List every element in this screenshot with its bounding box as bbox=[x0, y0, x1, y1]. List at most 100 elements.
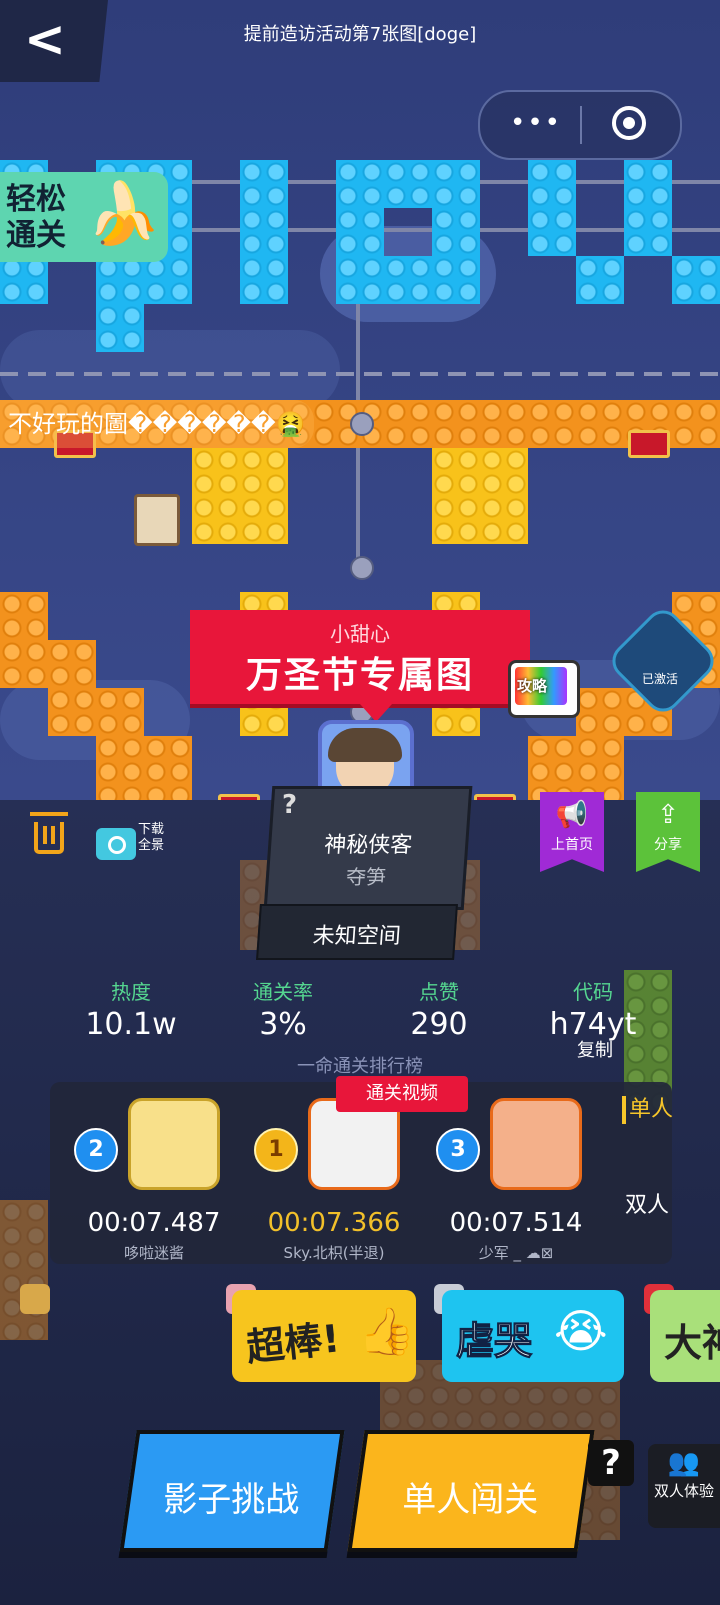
orange-block bbox=[48, 688, 144, 736]
blue-block bbox=[624, 160, 672, 256]
creator-space-label: 未知空间 bbox=[311, 924, 402, 949]
cloud bbox=[0, 330, 340, 410]
activated-label: 已激活 bbox=[641, 672, 678, 686]
rail bbox=[0, 372, 720, 376]
comment-sticker[interactable]: 虐哭 😭 bbox=[442, 1290, 624, 1382]
blue-block bbox=[336, 160, 480, 208]
bolt bbox=[350, 556, 374, 580]
leaderboard-entry[interactable]: 2 00:07.487 哆啦迷酱 bbox=[74, 1098, 234, 1262]
orange-block bbox=[96, 736, 192, 800]
blue-block bbox=[336, 208, 384, 304]
mini-program-capsule: ••• bbox=[478, 90, 682, 160]
rank-badge: 2 bbox=[74, 1128, 118, 1172]
stat-label: 通关率 bbox=[253, 980, 313, 1004]
tnt-crate bbox=[628, 430, 670, 458]
comment-sticker[interactable]: 超棒! 👍 bbox=[232, 1290, 416, 1382]
comment-sticker[interactable]: 大神 bbox=[650, 1290, 720, 1382]
download-panorama-label[interactable]: 下载全景 bbox=[138, 822, 168, 854]
orange-block bbox=[528, 736, 624, 800]
easy-clear-label: 轻松通关 bbox=[6, 182, 66, 253]
commenter-avatar bbox=[20, 1284, 50, 1314]
question-icon: ? bbox=[282, 790, 298, 820]
homepage-button[interactable]: 📢 上首页 bbox=[540, 792, 604, 872]
stat-value: 3% bbox=[259, 1007, 307, 1042]
megaphone-icon: 📢 bbox=[555, 800, 589, 830]
player-avatar bbox=[128, 1098, 220, 1190]
sticker-text: 大神 bbox=[664, 1321, 720, 1365]
signboard bbox=[134, 494, 180, 546]
clear-time: 00:07.366 bbox=[267, 1208, 401, 1238]
blue-block bbox=[384, 256, 432, 304]
orange-block bbox=[48, 640, 96, 688]
clear-video-button[interactable]: 通关视频 bbox=[336, 1076, 468, 1112]
comment-text: 提前造访活动第7张图[doge] bbox=[243, 24, 477, 45]
blue-block bbox=[528, 160, 576, 256]
leaderboard-title: 一命通关排行榜 bbox=[297, 1056, 423, 1077]
leaderboard-entry[interactable]: 3 00:07.514 少军 _ ☁⊠ bbox=[436, 1098, 596, 1262]
player-name: Sky.北枳(半退) bbox=[283, 1244, 385, 1262]
creator-subtitle: 夺笋 bbox=[345, 865, 387, 889]
camera-icon[interactable] bbox=[96, 828, 136, 860]
share-label: 分享 bbox=[654, 837, 682, 853]
blue-block bbox=[576, 256, 624, 304]
creator-name: 神秘侠客 bbox=[323, 833, 414, 858]
copy-code-button[interactable]: 复制 bbox=[560, 1036, 630, 1062]
bolt bbox=[350, 412, 374, 436]
easy-clear-tag: 轻松通关 🍌 bbox=[0, 172, 168, 262]
clear-time: 00:07.514 bbox=[449, 1208, 583, 1238]
stat-code: 代码 h74yt bbox=[528, 976, 658, 1042]
banana-icon: 🍌 bbox=[86, 179, 161, 249]
stat-label: 代码 bbox=[573, 980, 613, 1004]
level-author: 小甜心 bbox=[330, 622, 390, 646]
duo-trial-button[interactable]: 👥 双人体验 bbox=[648, 1444, 720, 1528]
tab-duo[interactable]: 双人 bbox=[622, 1192, 672, 1220]
yellow-block bbox=[192, 448, 288, 544]
stat-value: 10.1w bbox=[85, 1007, 177, 1042]
solo-challenge-label: 单人闯关 bbox=[402, 1480, 539, 1520]
stat-likes: 点赞 290 bbox=[374, 976, 504, 1042]
strategy-button[interactable]: 攻略 bbox=[508, 660, 580, 718]
duo-trial-label: 双人体验 bbox=[653, 1482, 714, 1500]
more-icon[interactable]: ••• bbox=[510, 108, 562, 138]
close-target-icon[interactable] bbox=[612, 106, 646, 140]
blue-block bbox=[672, 256, 720, 304]
stat-value: 290 bbox=[410, 1007, 468, 1042]
divider bbox=[580, 106, 582, 144]
stat-label: 热度 bbox=[111, 980, 151, 1004]
sticker-text: 虐哭 bbox=[455, 1319, 533, 1364]
yellow-block bbox=[432, 448, 528, 544]
orange-block bbox=[0, 1200, 48, 1340]
homepage-label: 上首页 bbox=[551, 837, 593, 853]
two-people-icon: 👥 bbox=[667, 1448, 701, 1478]
shadow-challenge-button[interactable]: 影子挑战 bbox=[119, 1430, 345, 1552]
crying-icon: 😭 bbox=[554, 1304, 608, 1358]
stat-label: 点赞 bbox=[419, 980, 459, 1004]
creator-space-button[interactable]: 未知空间 bbox=[256, 904, 458, 960]
help-button[interactable]: ? bbox=[588, 1440, 634, 1486]
trash-icon[interactable] bbox=[30, 812, 68, 854]
clear-time: 00:07.487 bbox=[87, 1208, 221, 1238]
tab-solo[interactable]: 单人 bbox=[622, 1096, 676, 1124]
player-name: 少军 _ ☁⊠ bbox=[478, 1244, 554, 1262]
player-name: 哆啦迷酱 bbox=[123, 1244, 184, 1262]
danmaku-comment: 不好玩的圖������🤮 bbox=[0, 400, 314, 448]
share-button[interactable]: ⇪ 分享 bbox=[636, 792, 700, 872]
strategy-label: 攻略 bbox=[517, 677, 548, 695]
solo-challenge-button[interactable]: 单人闯关 bbox=[347, 1430, 595, 1552]
stat-clear-rate: 通关率 3% bbox=[218, 976, 348, 1042]
blue-block bbox=[240, 160, 288, 304]
level-title: 万圣节专属图 bbox=[245, 655, 474, 696]
player-avatar bbox=[490, 1098, 582, 1190]
level-title-card: 小甜心 万圣节专属图 bbox=[190, 610, 530, 722]
shadow-challenge-label: 影子挑战 bbox=[163, 1480, 300, 1520]
sticker-text: 超棒! bbox=[244, 1316, 342, 1370]
rank-badge: 3 bbox=[436, 1128, 480, 1172]
chain bbox=[356, 296, 360, 406]
stat-heat: 热度 10.1w bbox=[66, 976, 196, 1042]
blue-block bbox=[432, 208, 480, 304]
leaderboard-entry[interactable]: 1 00:07.366 Sky.北枳(半退) bbox=[254, 1098, 414, 1262]
share-icon: ⇪ bbox=[657, 800, 679, 830]
leaderboard-tabs: 单人 双人 bbox=[622, 1082, 673, 1264]
rank-badge: 1 bbox=[254, 1128, 298, 1172]
orange-block bbox=[0, 592, 48, 688]
